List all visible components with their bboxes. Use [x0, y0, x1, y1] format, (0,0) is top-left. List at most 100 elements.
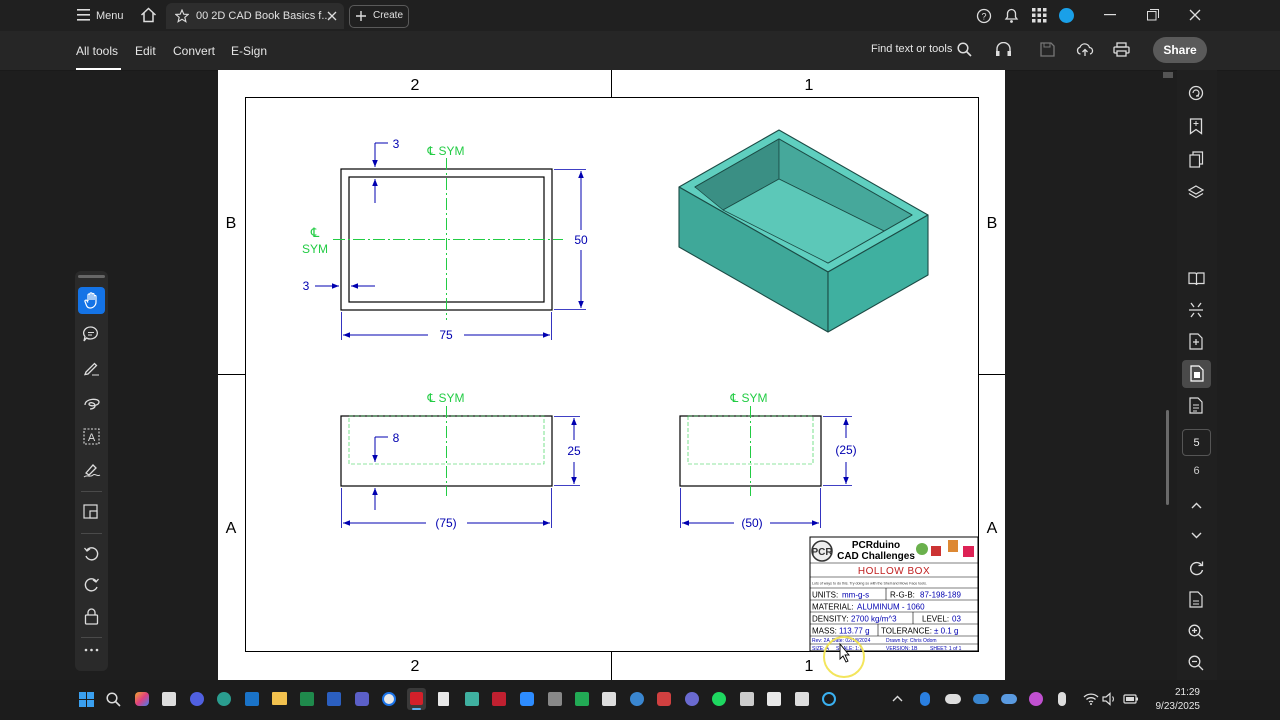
cube-app-icon[interactable] [602, 692, 616, 706]
search-icon[interactable] [957, 42, 972, 57]
compress-icon[interactable] [1188, 302, 1204, 318]
zoom-app-icon[interactable] [520, 692, 534, 706]
taskbar-search-icon[interactable] [106, 692, 121, 707]
read-mode-book-icon[interactable] [1188, 271, 1205, 286]
menu-label[interactable]: Menu [96, 10, 124, 22]
undo-icon[interactable] [84, 547, 99, 562]
utility-app-icon[interactable] [795, 692, 809, 706]
hand-tool-button[interactable] [78, 287, 105, 314]
ai-assistant-icon[interactable] [1188, 85, 1204, 101]
battery-icon[interactable] [1123, 693, 1139, 705]
bluetooth-icon[interactable] [920, 692, 930, 706]
solidworks-icon[interactable] [492, 692, 506, 706]
zone-label-right-b: B [987, 215, 998, 232]
more-options-icon[interactable] [84, 648, 99, 652]
chat-app-icon[interactable] [190, 692, 204, 706]
restore-icon[interactable] [1147, 9, 1159, 21]
menu-edit[interactable]: Edit [135, 44, 156, 58]
microphone-icon[interactable] [1058, 692, 1066, 706]
cad-app-icon[interactable] [465, 692, 479, 706]
page-fit-icon[interactable] [1189, 591, 1203, 608]
menu-esign[interactable]: E-Sign [231, 44, 267, 58]
sign-pen-icon[interactable] [83, 462, 101, 478]
read-aloud-icon[interactable] [995, 42, 1012, 57]
export-pdf-icon[interactable] [1189, 333, 1203, 350]
close-tab-icon[interactable] [327, 11, 337, 21]
clock-date[interactable]: 9/23/2025 [1140, 701, 1201, 712]
text-box-icon[interactable]: A [83, 428, 100, 445]
cloud-icon[interactable] [1001, 694, 1017, 704]
freehand-draw-icon[interactable] [83, 395, 101, 410]
wifi-icon[interactable] [1083, 692, 1099, 705]
redo-icon[interactable] [84, 578, 99, 593]
find-text-label[interactable]: Find text or tools [871, 43, 952, 55]
upload-cloud-icon[interactable] [1076, 42, 1094, 57]
apps-grid-icon[interactable] [1032, 8, 1047, 23]
edge-browser-icon[interactable] [217, 692, 231, 706]
speaker-icon[interactable] [1102, 692, 1118, 706]
scroll-arrow-up[interactable] [1163, 72, 1173, 78]
chrome-icon[interactable] [382, 692, 396, 706]
share-button[interactable]: Share [1153, 37, 1207, 63]
minimize-icon[interactable] [1104, 14, 1117, 17]
nvidia-icon[interactable] [575, 692, 589, 706]
bell-icon[interactable] [1004, 7, 1019, 24]
task-view-icon[interactable] [162, 692, 176, 706]
current-page-number[interactable]: 5 [1182, 429, 1211, 456]
word-icon[interactable] [327, 692, 341, 706]
zoom-in-icon[interactable] [1188, 624, 1204, 640]
crop-tool-icon[interactable] [83, 504, 100, 521]
file-explorer-icon[interactable] [272, 692, 287, 705]
pen-app-icon[interactable] [548, 692, 562, 706]
menu-convert[interactable]: Convert [173, 44, 215, 58]
drag-handle[interactable] [78, 275, 105, 278]
close-window-icon[interactable] [1189, 9, 1201, 21]
chevron-up-icon[interactable] [1191, 502, 1202, 509]
rotate-icon[interactable] [1189, 561, 1204, 576]
next-page-number[interactable]: 6 [1182, 465, 1211, 477]
excel-icon[interactable] [300, 692, 314, 706]
recorder-app-icon[interactable] [822, 692, 836, 706]
comment-icon[interactable] [83, 326, 100, 342]
save-icon[interactable] [1040, 42, 1055, 57]
teams-icon[interactable] [355, 692, 369, 706]
layers-icon[interactable] [1188, 185, 1204, 201]
star-icon[interactable] [175, 9, 189, 23]
create-button[interactable]: Create [349, 5, 409, 28]
pdf-viewer-icon[interactable] [767, 692, 781, 706]
document-tab[interactable]: 00 2D CAD Book Basics f... [166, 3, 344, 29]
tray-chevron-up-icon[interactable] [892, 695, 903, 702]
hamburger-icon[interactable] [77, 9, 91, 21]
spotify-icon[interactable] [712, 692, 726, 706]
acrobat-taskbar-button[interactable] [407, 688, 426, 710]
highlight-pen-icon[interactable] [83, 360, 100, 376]
vpn-shield-icon[interactable] [630, 692, 644, 706]
menu-all-tools[interactable]: All tools [76, 44, 118, 58]
copilot-icon[interactable] [135, 692, 149, 706]
scroll-thumb[interactable] [1166, 410, 1169, 505]
rail-divider [81, 491, 102, 492]
pages-icon[interactable] [1189, 151, 1204, 168]
outlook-icon[interactable] [245, 692, 259, 706]
organize-pages-icon[interactable] [1189, 397, 1203, 414]
profile-avatar-icon[interactable] [1058, 7, 1075, 24]
creative-cloud-icon[interactable] [1029, 692, 1043, 706]
active-panel-button[interactable] [1182, 360, 1211, 388]
zoom-out-icon[interactable] [1188, 655, 1204, 671]
purple-app-icon[interactable] [685, 692, 699, 706]
home-icon[interactable] [140, 7, 157, 23]
print-icon[interactable] [1113, 42, 1130, 57]
help-icon[interactable]: ? [976, 8, 992, 24]
cloud-sync-icon[interactable] [973, 694, 989, 704]
onedrive-icon[interactable] [945, 694, 961, 704]
tools-app-icon[interactable] [740, 692, 754, 706]
bookmark-icon[interactable] [1189, 118, 1203, 135]
document-app-icon[interactable] [438, 692, 449, 706]
vertical-scrollbar[interactable] [1163, 70, 1173, 680]
pdf-page[interactable]: 2 1 2 1 B A B A ℄ SYM ℄ SYM 3 3 50 75 ℄ … [218, 70, 1005, 680]
clock-time[interactable]: 21:29 [1150, 687, 1200, 698]
red-app-icon[interactable] [657, 692, 671, 706]
protect-lock-icon[interactable] [84, 608, 99, 625]
windows-start-icon[interactable] [79, 692, 94, 707]
chevron-down-icon[interactable] [1191, 532, 1202, 539]
